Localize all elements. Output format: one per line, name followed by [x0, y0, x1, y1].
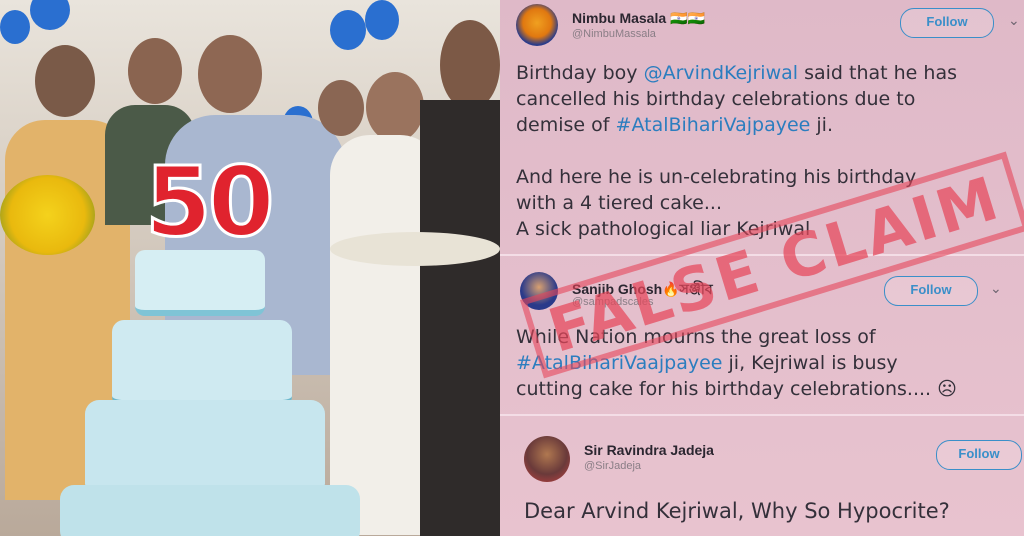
hashtag-link[interactable]: #AtalBihariVajpayee [616, 114, 811, 136]
tweet-header: Sir Ravindra Jadeja @SirJadeja Follow [516, 436, 1022, 482]
follow-button[interactable]: Follow [936, 440, 1022, 470]
tweet-author-handle[interactable]: @SirJadeja [584, 460, 641, 472]
tweet-text: Dear Arvind Kejriwal, Why So Hypocrite? [524, 499, 950, 523]
person-body [420, 100, 500, 536]
tweets-panel: Nimbu Masala 🇮🇳🇮🇳 @NimbuMassala Follow ⌄… [500, 0, 1024, 536]
person-head [198, 35, 262, 113]
tweet-header: Nimbu Masala 🇮🇳🇮🇳 @NimbuMassala Follow ⌄ [516, 4, 1020, 48]
text-span: said that he has [798, 62, 957, 84]
tweet-author-name[interactable]: Sir Ravindra Jadeja [584, 442, 714, 458]
text-span: ji, Kejriwal is busy [722, 352, 898, 374]
tweet-author-name[interactable]: Nimbu Masala 🇮🇳🇮🇳 [572, 10, 705, 27]
avatar[interactable] [524, 436, 570, 482]
person-head [35, 45, 95, 117]
mention-link[interactable]: @ArvindKejriwal [644, 62, 798, 84]
balloon [365, 0, 399, 40]
tweet-line: demise of #AtalBihariVajpayee ji. [516, 112, 1012, 138]
person-head [366, 72, 424, 142]
chevron-down-icon[interactable]: ⌄ [990, 280, 1002, 297]
divider [500, 414, 1024, 416]
avatar[interactable] [516, 4, 558, 46]
follow-button[interactable]: Follow [884, 276, 978, 306]
cake-tier-3 [85, 400, 325, 498]
text-span: ji. [810, 114, 833, 136]
cake-tier-2 [112, 320, 292, 408]
text-span: Birthday boy [516, 62, 644, 84]
tweet-line [516, 138, 1012, 164]
person-head [128, 38, 182, 104]
cake-number-candle: 50 [144, 146, 277, 258]
flower-bouquet [0, 175, 95, 255]
text-span: demise of [516, 114, 616, 136]
tweet-line: cancelled his birthday celebrations due … [516, 88, 916, 110]
balloon [30, 0, 70, 30]
chevron-down-icon[interactable]: ⌄ [1008, 12, 1020, 29]
person-head [440, 20, 500, 110]
cake-tier-top [135, 250, 265, 316]
tweet-line: Birthday boy @ArvindKejriwal said that h… [516, 60, 1012, 86]
balloon [0, 10, 30, 44]
balloon [330, 10, 366, 50]
event-photo: 50 [0, 0, 500, 536]
cake-tier-bottom [60, 485, 360, 536]
tweet-line: cutting cake for his birthday celebratio… [516, 378, 957, 400]
plate [330, 232, 500, 266]
tweet-sir-jadeja: Sir Ravindra Jadeja @SirJadeja Follow De… [500, 436, 1024, 524]
person-head [318, 80, 364, 136]
tweet-author-handle[interactable]: @NimbuMassala [572, 28, 656, 40]
follow-button[interactable]: Follow [900, 8, 994, 38]
